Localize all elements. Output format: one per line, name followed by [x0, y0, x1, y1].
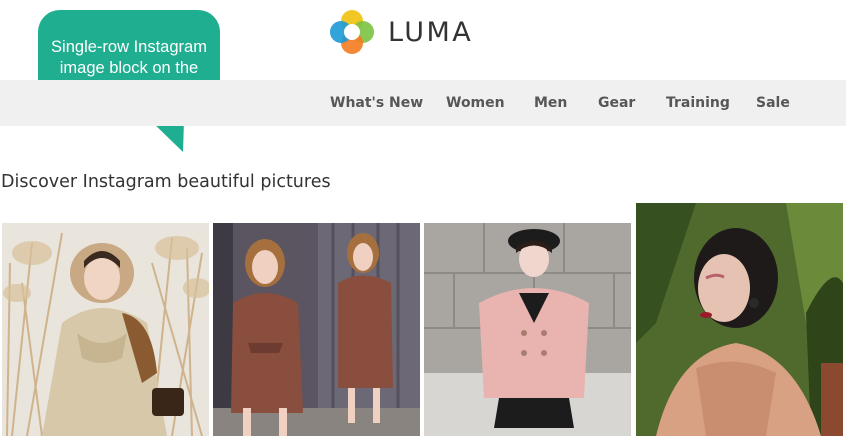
luma-logo[interactable]: LUMA: [330, 10, 473, 54]
nav-item-sale[interactable]: Sale: [756, 95, 790, 111]
instagram-photo-2[interactable]: [213, 223, 420, 436]
main-navigation: What's New Women Men Gear Training Sale: [0, 80, 846, 126]
instagram-photo-3[interactable]: [424, 223, 631, 436]
instagram-photo-4[interactable]: [636, 203, 843, 436]
luma-logo-icon: [330, 10, 374, 54]
instagram-photo-1[interactable]: [2, 223, 209, 436]
nav-item-training[interactable]: Training: [666, 95, 730, 111]
nav-item-men[interactable]: Men: [534, 95, 567, 111]
nav-item-gear[interactable]: Gear: [598, 95, 635, 111]
brand-name: LUMA: [388, 16, 474, 48]
instagram-section-heading: Discover Instagram beautiful pictures: [1, 172, 331, 192]
nav-item-whats-new[interactable]: What's New: [330, 95, 423, 111]
nav-item-women[interactable]: Women: [446, 95, 505, 111]
